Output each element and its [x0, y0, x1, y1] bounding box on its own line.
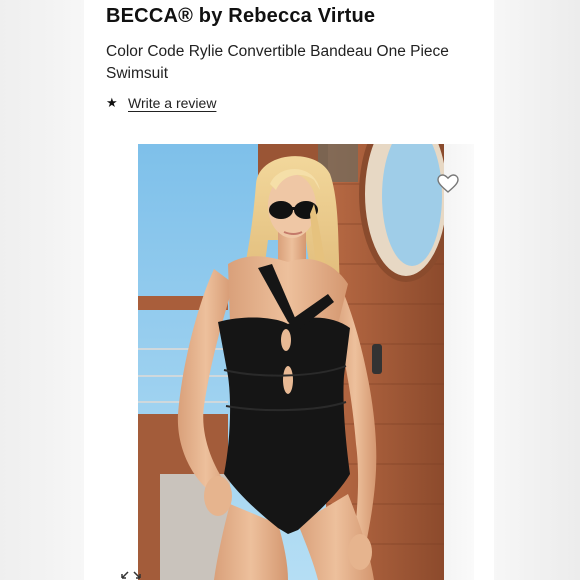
next-image-peek[interactable]: [444, 144, 474, 580]
product-image: [138, 144, 444, 580]
product-card: BECCA® by Rebecca Virtue Color Code Ryli…: [84, 0, 494, 580]
product-photo[interactable]: [138, 144, 444, 580]
product-title: Color Code Rylie Convertible Bandeau One…: [106, 43, 449, 82]
expand-icon: [121, 571, 141, 579]
write-review-link[interactable]: Write a review: [128, 95, 216, 111]
right-margin: [494, 0, 580, 580]
brand-name: BECCA® by Rebecca Virtue: [106, 5, 376, 27]
heart-icon: [437, 174, 459, 193]
review-row[interactable]: ★ Write a review: [106, 95, 216, 111]
expand-image-button[interactable]: [119, 566, 143, 580]
listing-screenshot: BECCA® by Rebecca Virtue Color Code Ryli…: [0, 0, 580, 580]
left-margin: [0, 0, 84, 580]
favorite-button[interactable]: [436, 172, 460, 196]
star-icon: ★: [106, 95, 118, 110]
